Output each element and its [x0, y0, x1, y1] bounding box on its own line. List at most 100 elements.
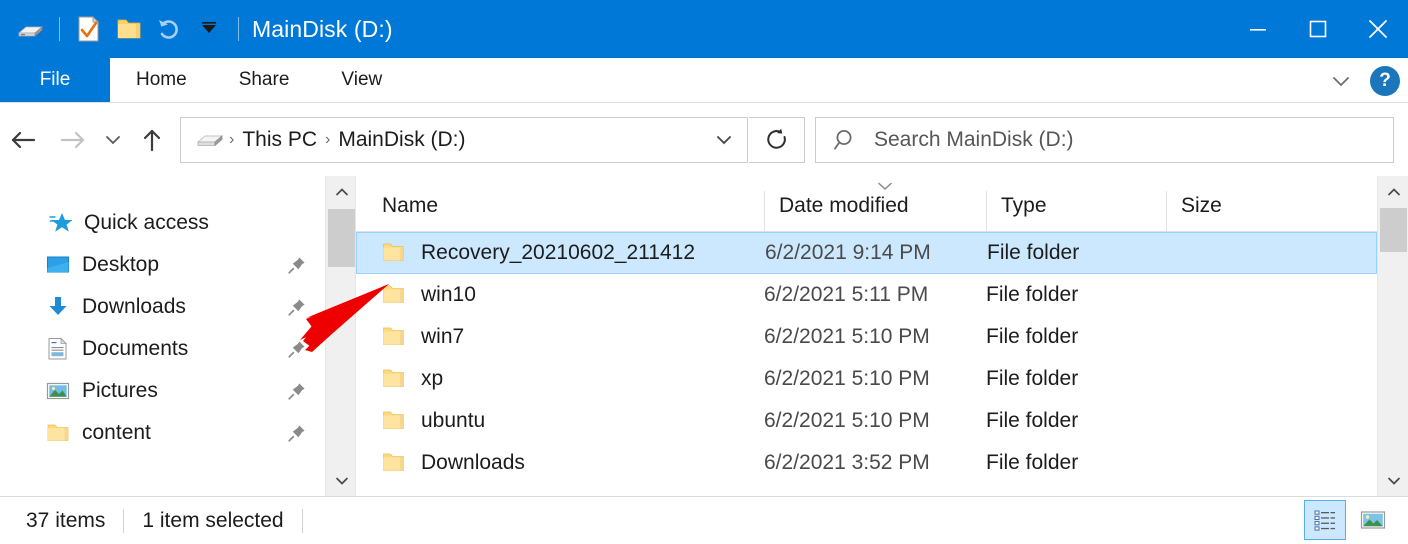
breadcrumb-separator: › — [227, 131, 236, 149]
file-list-pane: Name Date modified Type Size — [356, 176, 1377, 496]
drive-icon[interactable] — [193, 127, 227, 153]
pictures-icon — [44, 377, 72, 405]
pin-icon[interactable] — [287, 423, 307, 443]
tab-file[interactable]: File — [0, 58, 110, 102]
file-name-cell: Recovery_20210602_211412 — [357, 241, 765, 265]
search-input[interactable]: Search MainDisk (D:) — [815, 117, 1394, 163]
file-name-label: Downloads — [421, 451, 525, 475]
sidebar-item-pictures[interactable]: Pictures — [0, 370, 325, 412]
sidebar-item-content[interactable]: content — [0, 412, 325, 454]
selection-count-label: 1 item selected — [142, 509, 283, 533]
scrollbar-thumb[interactable] — [328, 209, 355, 267]
sidebar-item-label: Documents — [82, 337, 188, 361]
file-type-cell: File folder — [987, 241, 1167, 265]
navigation-pane: Quick access Desktop — [0, 176, 325, 496]
file-type-cell: File folder — [986, 367, 1166, 391]
table-row[interactable]: win10 6/2/2021 5:11 PM File folder — [356, 274, 1377, 316]
file-date-cell: 6/2/2021 3:52 PM — [764, 451, 986, 475]
file-list-scrollbar[interactable] — [1377, 176, 1408, 496]
sidebar-item-documents[interactable]: Documents — [0, 328, 325, 370]
folder-icon — [381, 367, 407, 391]
folder-icon — [381, 409, 407, 433]
breadcrumb-item-this-pc[interactable]: This PC — [236, 126, 323, 154]
sidebar-item-desktop[interactable]: Desktop — [0, 244, 325, 286]
folder-icon — [381, 241, 407, 265]
chevron-down-icon[interactable] — [189, 9, 229, 49]
chevron-down-icon[interactable] — [1324, 64, 1358, 98]
sidebar-scrollbar[interactable] — [325, 176, 356, 496]
close-button[interactable] — [1348, 0, 1408, 58]
address-bar[interactable]: › This PC › MainDisk (D:) — [180, 117, 748, 163]
minimize-button[interactable] — [1228, 0, 1288, 58]
file-type-cell: File folder — [986, 451, 1166, 475]
undo-icon — [149, 9, 189, 49]
sort-indicator-icon — [876, 180, 894, 195]
documents-icon — [44, 335, 72, 363]
recent-locations-button[interactable] — [96, 115, 130, 165]
properties-icon[interactable] — [69, 9, 109, 49]
tab-home[interactable]: Home — [110, 58, 213, 102]
pin-icon[interactable] — [287, 297, 307, 317]
file-date-cell: 6/2/2021 5:10 PM — [764, 367, 986, 391]
sidebar-item-label: Downloads — [82, 295, 186, 319]
large-icons-view-button[interactable] — [1352, 500, 1394, 540]
scroll-down-icon[interactable] — [1378, 465, 1408, 496]
file-name-label: Recovery_20210602_211412 — [421, 241, 695, 265]
status-separator — [123, 509, 124, 533]
table-row[interactable]: xp 6/2/2021 5:10 PM File folder — [356, 358, 1377, 400]
table-row[interactable]: ubuntu 6/2/2021 5:10 PM File folder — [356, 400, 1377, 442]
pin-icon[interactable] — [287, 381, 307, 401]
help-button[interactable]: ? — [1370, 66, 1400, 96]
new-folder-icon[interactable] — [109, 9, 149, 49]
sidebar-item-label: content — [82, 421, 151, 445]
file-name-label: win10 — [421, 283, 476, 307]
column-header-date-modified[interactable]: Date modified — [764, 191, 986, 231]
maximize-button[interactable] — [1288, 0, 1348, 58]
file-type-cell: File folder — [986, 325, 1166, 349]
scroll-up-icon[interactable] — [326, 176, 357, 207]
drive-icon[interactable] — [10, 9, 50, 49]
item-count-label: 37 items — [26, 509, 105, 533]
chevron-down-icon[interactable] — [707, 120, 741, 160]
details-view-button[interactable] — [1304, 500, 1346, 540]
pin-icon[interactable] — [287, 255, 307, 275]
ribbon-tabs: File Home Share View ? — [0, 58, 1408, 103]
file-name-label: xp — [421, 367, 443, 391]
table-row[interactable]: win7 6/2/2021 5:10 PM File folder — [356, 316, 1377, 358]
scroll-down-icon[interactable] — [326, 465, 357, 496]
search-icon — [832, 126, 860, 154]
refresh-button[interactable] — [749, 117, 805, 163]
sidebar-item-label: Desktop — [82, 253, 159, 277]
file-name-cell: Downloads — [356, 451, 764, 475]
column-headers: Name Date modified Type Size — [356, 176, 1377, 232]
tab-view[interactable]: View — [315, 58, 408, 102]
star-icon — [48, 209, 76, 237]
breadcrumb: › This PC › MainDisk (D:) — [193, 126, 707, 154]
table-row[interactable]: Recovery_20210602_211412 6/2/2021 9:14 P… — [356, 232, 1377, 274]
file-type-cell: File folder — [986, 283, 1166, 307]
up-button[interactable] — [130, 115, 174, 165]
column-header-name[interactable]: Name — [356, 191, 764, 231]
status-bar: 37 items 1 item selected — [0, 496, 1408, 544]
sidebar-item-downloads[interactable]: Downloads — [0, 286, 325, 328]
back-button[interactable] — [0, 115, 48, 165]
scroll-up-icon[interactable] — [1378, 176, 1408, 207]
view-mode-buttons — [1304, 500, 1394, 540]
column-header-size[interactable]: Size — [1166, 191, 1316, 231]
folder-icon — [381, 451, 407, 475]
tab-share[interactable]: Share — [213, 58, 316, 102]
folder-icon — [44, 419, 72, 447]
table-row[interactable]: Downloads 6/2/2021 3:52 PM File folder — [356, 442, 1377, 484]
breadcrumb-item-maindisk[interactable]: MainDisk (D:) — [332, 126, 471, 154]
sidebar-item-quick-access[interactable]: Quick access — [0, 202, 325, 244]
file-explorer-window: MainDisk (D:) File Home Share View — [0, 0, 1408, 544]
scrollbar-thumb[interactable] — [1380, 208, 1407, 252]
pin-icon[interactable] — [287, 339, 307, 359]
title-bar: MainDisk (D:) — [0, 0, 1408, 58]
file-name-cell: ubuntu — [356, 409, 764, 433]
column-header-type[interactable]: Type — [986, 191, 1166, 231]
navigation-bar: › This PC › MainDisk (D:) — [0, 104, 1408, 176]
sidebar-item-label: Pictures — [82, 379, 158, 403]
forward-button — [48, 115, 96, 165]
file-name-cell: win7 — [356, 325, 764, 349]
